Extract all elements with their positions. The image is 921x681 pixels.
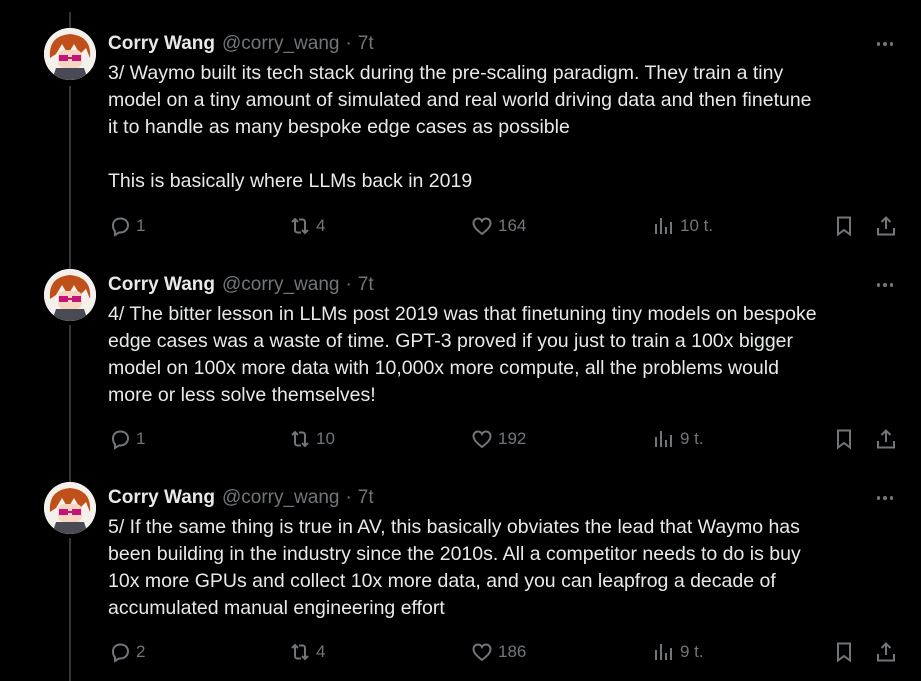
timestamp[interactable]: 7t	[358, 33, 374, 55]
like-count: 192	[498, 429, 527, 448]
action-bar: 2 4 186 9 t.	[0, 638, 921, 666]
author-handle[interactable]: @corry_wang	[222, 487, 340, 509]
bookmark-button[interactable]	[832, 425, 856, 453]
reply-icon	[111, 217, 130, 237]
tweet[interactable]: Corry Wang @corry_wang · 7t 5/ If the sa…	[0, 466, 921, 681]
tweet-text: 4/ The bitter lesson in LLMs post 2019 w…	[108, 303, 817, 406]
views-count: 10 t.	[680, 216, 714, 235]
views-button[interactable]: 9 t.	[652, 638, 704, 666]
repost-count: 10	[316, 429, 335, 448]
bookmark-button[interactable]	[832, 212, 856, 240]
repost-count: 4	[316, 216, 326, 235]
views-button[interactable]: 10 t.	[652, 212, 713, 240]
more-icon[interactable]	[873, 488, 897, 508]
like-count: 186	[498, 642, 527, 661]
author-name[interactable]: Corry Wang	[108, 274, 215, 296]
reply-count: 2	[136, 642, 146, 661]
repost-icon	[291, 217, 309, 235]
tweet[interactable]: Corry Wang @corry_wang · 7t 3/ Waymo bui…	[0, 0, 921, 253]
more-icon[interactable]	[873, 275, 897, 295]
share-icon	[877, 216, 895, 236]
bookmark-button[interactable]	[832, 638, 856, 666]
repost-button[interactable]: 4	[288, 638, 325, 666]
reply-count: 1	[136, 216, 146, 235]
like-button[interactable]: 186	[470, 638, 526, 666]
avatar[interactable]	[44, 28, 96, 80]
avatar[interactable]	[44, 482, 96, 534]
repost-count: 4	[316, 642, 326, 661]
views-count: 9 t.	[680, 429, 704, 448]
like-count: 164	[498, 216, 527, 235]
repost-button[interactable]: 10	[288, 425, 335, 453]
author-handle[interactable]: @corry_wang	[222, 274, 340, 296]
tweet-header: Corry Wang @corry_wang · 7t	[108, 32, 374, 56]
share-button[interactable]	[874, 425, 898, 453]
timestamp[interactable]: 7t	[358, 274, 374, 296]
share-icon	[877, 642, 895, 662]
reply-button[interactable]: 2	[108, 638, 145, 666]
author-handle[interactable]: @corry_wang	[222, 33, 340, 55]
repost-button[interactable]: 4	[288, 212, 325, 240]
views-button[interactable]: 9 t.	[652, 425, 704, 453]
tweet-header: Corry Wang @corry_wang · 7t	[108, 486, 374, 510]
views-icon	[655, 644, 672, 660]
reply-icon	[111, 430, 130, 450]
tweet-text: 5/ If the same thing is true in AV, this…	[108, 516, 801, 619]
like-icon	[472, 430, 492, 449]
tweet-header: Corry Wang @corry_wang · 7t	[108, 273, 374, 297]
views-icon	[655, 218, 672, 234]
like-icon	[472, 217, 492, 236]
bookmark-icon	[837, 216, 851, 237]
share-button[interactable]	[874, 638, 898, 666]
timestamp[interactable]: 7t	[358, 487, 374, 509]
action-bar: 1 10 192 9 t.	[0, 425, 921, 453]
like-button[interactable]: 192	[470, 425, 526, 453]
reply-button[interactable]: 1	[108, 425, 145, 453]
action-bar: 1 4 164 10 t.	[0, 212, 921, 240]
reply-button[interactable]: 1	[108, 212, 145, 240]
repost-icon	[291, 643, 309, 661]
tweet[interactable]: Corry Wang @corry_wang · 7t 4/ The bitte…	[0, 253, 921, 466]
bookmark-icon	[837, 429, 851, 450]
share-button[interactable]	[874, 212, 898, 240]
like-button[interactable]: 164	[470, 212, 526, 240]
repost-icon	[291, 430, 309, 448]
views-icon	[655, 431, 672, 447]
more-icon[interactable]	[873, 34, 897, 54]
reply-count: 1	[136, 429, 146, 448]
author-name[interactable]: Corry Wang	[108, 487, 215, 509]
separator: ·	[345, 274, 352, 295]
reply-icon	[111, 643, 130, 663]
separator: ·	[345, 33, 352, 54]
share-icon	[877, 429, 895, 449]
separator: ·	[345, 487, 352, 508]
bookmark-icon	[837, 642, 851, 663]
like-icon	[472, 643, 492, 662]
tweet-text: 3/ Waymo built its tech stack during the…	[108, 62, 812, 192]
avatar[interactable]	[44, 269, 96, 321]
author-name[interactable]: Corry Wang	[108, 33, 215, 55]
views-count: 9 t.	[680, 642, 704, 661]
